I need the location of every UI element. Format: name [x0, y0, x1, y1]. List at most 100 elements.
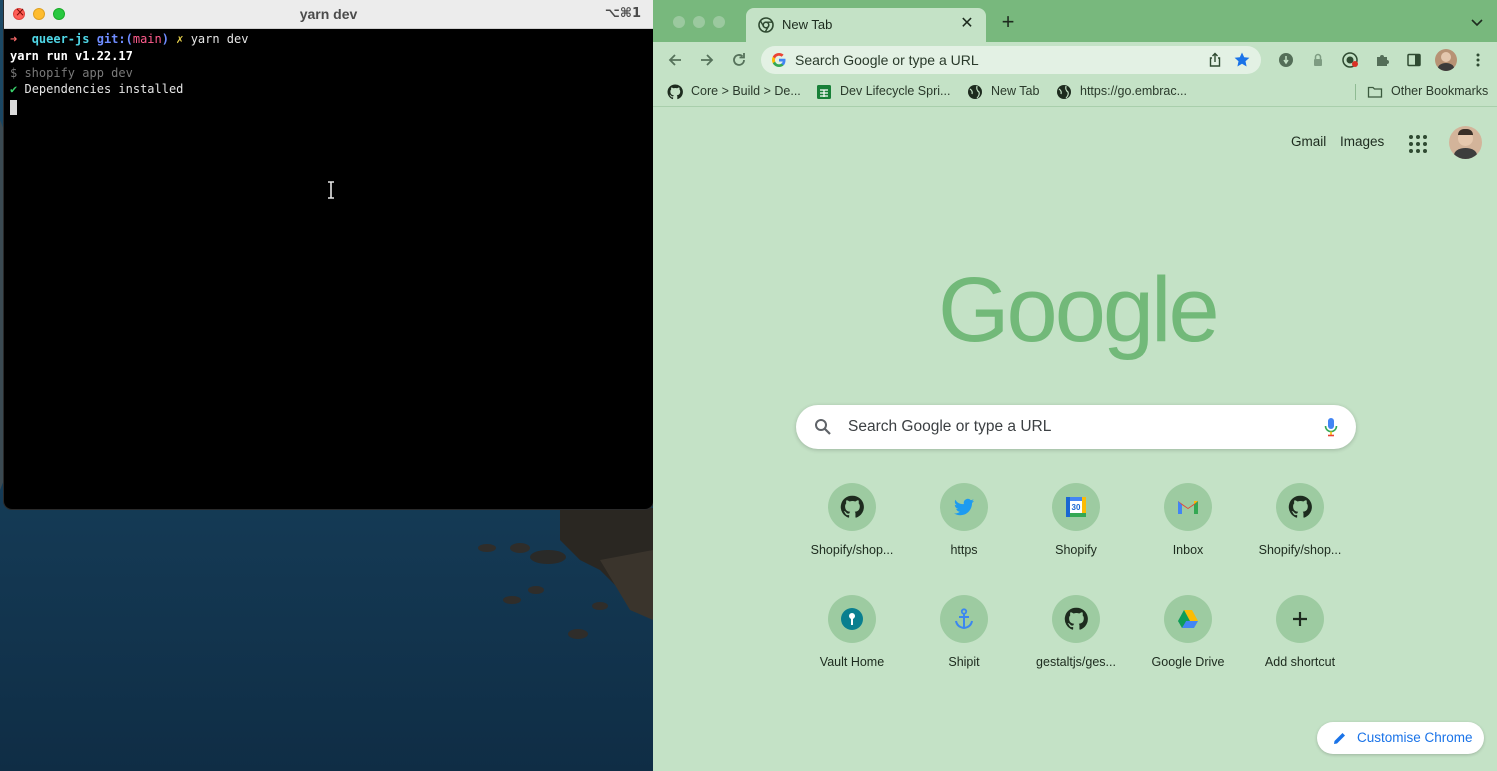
bookmark-star-icon[interactable]	[1233, 51, 1251, 69]
shortcut-label: Add shortcut	[1264, 655, 1336, 669]
bookmark-label: Core > Build > De...	[691, 84, 801, 98]
shortcut-label: Shopify	[1055, 543, 1097, 557]
terminal-line-deps: ✔ Dependencies installed	[10, 81, 653, 98]
shortcut-icon-circle	[828, 595, 876, 643]
side-panel-icon[interactable]	[1406, 52, 1422, 68]
reload-icon[interactable]	[729, 50, 749, 70]
shortcut-icon-circle	[940, 483, 988, 531]
shortcut-label: Shopify/shop...	[1258, 543, 1342, 557]
extension-pin-icon[interactable]	[1278, 52, 1294, 68]
terminal-window[interactable]: yarn dev ⌥⌘1 ➜ queer-js git:(main) ✗ yar…	[4, 0, 653, 509]
shortcut-tile[interactable]: https	[908, 483, 1020, 583]
shortcut-tile[interactable]: Shipit	[908, 595, 1020, 695]
add-shortcut-button[interactable]: Add shortcut	[1244, 595, 1356, 695]
shortcut-tile[interactable]: Inbox	[1132, 483, 1244, 583]
plus-icon	[1293, 612, 1307, 626]
account-avatar[interactable]	[1449, 126, 1482, 159]
github-icon	[840, 495, 864, 518]
omnibox[interactable]: Search Google or type a URL	[761, 46, 1261, 74]
tab-close-icon[interactable]: ✕	[958, 15, 976, 33]
forward-arrow-icon[interactable]	[697, 50, 717, 70]
new-tab-button[interactable]: +	[996, 10, 1020, 34]
globe-icon	[1057, 85, 1071, 99]
tab-new-tab[interactable]: New Tab ✕	[746, 8, 986, 42]
shortcut-tile[interactable]: Shopify/shop...	[1244, 483, 1356, 583]
gmail-icon	[1178, 501, 1198, 514]
microphone-icon[interactable]	[1324, 417, 1338, 437]
shortcut-tile[interactable]: Shopify/shop...	[796, 483, 908, 583]
other-bookmarks-label: Other Bookmarks	[1391, 84, 1489, 98]
gmail-link[interactable]: Gmail	[1291, 134, 1326, 149]
shortcut-label: Vault Home	[819, 655, 885, 669]
profile-avatar[interactable]	[1435, 49, 1457, 71]
deps-text: Dependencies installed	[24, 82, 184, 97]
sheets-icon	[817, 85, 831, 99]
shortcut-tile[interactable]: 30 Shopify	[1020, 483, 1132, 583]
customise-chrome-label: Customise Chrome	[1357, 730, 1473, 745]
images-link[interactable]: Images	[1340, 134, 1384, 149]
shortcut-icon-circle: 30	[1052, 483, 1100, 531]
share-icon[interactable]	[1207, 52, 1223, 68]
browser-toolbar: Search Google or type a URL	[653, 42, 1497, 78]
chrome-icon	[758, 17, 774, 33]
shortcut-icon-circle	[1164, 595, 1212, 643]
browser-minimize-button[interactable]	[693, 16, 705, 28]
bookmark-item[interactable]: Dev Lifecycle Spri...	[816, 83, 956, 101]
prompt-git-close: )	[161, 32, 169, 46]
check-icon: ✔	[10, 82, 18, 97]
github-icon	[667, 84, 683, 100]
terminal-cursor	[10, 100, 17, 116]
shortcut-label: Shipit	[948, 655, 980, 669]
bookmark-item[interactable]: New Tab	[967, 83, 1047, 101]
browser-window[interactable]: New Tab ✕ + Search Google or type a URL	[653, 0, 1497, 771]
svg-text:30: 30	[1072, 503, 1081, 512]
omnibox-input[interactable]: Search Google or type a URL	[795, 52, 979, 68]
shortcut-tile[interactable]: Google Drive	[1132, 595, 1244, 695]
ntp-search-box[interactable]: Search Google or type a URL	[796, 405, 1356, 449]
terminal-prompt-line: ➜ queer-js git:(main) ✗ yarn dev	[10, 31, 653, 48]
vault-icon	[841, 608, 863, 630]
terminal-shortcut: ⌥⌘1	[604, 6, 641, 21]
drive-icon	[1178, 610, 1198, 628]
more-menu-icon[interactable]	[1470, 52, 1486, 68]
lock-extension-icon[interactable]	[1310, 52, 1326, 68]
bookmarks-divider	[1355, 84, 1356, 100]
ntp-search-input[interactable]: Search Google or type a URL	[848, 418, 1051, 436]
shortcut-icon-circle	[940, 595, 988, 643]
google-g-icon	[772, 53, 786, 67]
search-icon	[815, 419, 831, 435]
terminal-titlebar[interactable]: yarn dev ⌥⌘1	[4, 0, 653, 29]
prompt-git: git:(	[96, 32, 133, 46]
anchor-icon	[955, 608, 973, 630]
github-icon	[1064, 607, 1088, 630]
customise-chrome-button[interactable]: Customise Chrome	[1317, 722, 1484, 754]
password-manager-icon[interactable]	[1342, 52, 1358, 68]
other-bookmarks[interactable]: Other Bookmarks	[1367, 83, 1492, 101]
bookmark-label: https://go.embrac...	[1080, 84, 1187, 98]
bookmark-label: New Tab	[991, 84, 1040, 98]
tab-strip[interactable]: New Tab ✕ +	[653, 0, 1497, 42]
ibeam-cursor-icon	[328, 181, 334, 199]
shortcut-label: Inbox	[1172, 543, 1204, 557]
prompt-command: yarn dev	[190, 32, 249, 46]
browser-close-button[interactable]	[673, 16, 685, 28]
twitter-icon	[954, 498, 974, 516]
bookmark-item[interactable]: Core > Build > De...	[667, 83, 807, 101]
shortcut-icon-circle	[1276, 595, 1324, 643]
shortcut-icon-circle	[1164, 483, 1212, 531]
bookmark-item[interactable]: https://go.embrac...	[1056, 83, 1196, 101]
shortcut-tile[interactable]: Vault Home	[796, 595, 908, 695]
shortcut-label: https	[950, 543, 978, 557]
google-logo: Google	[938, 259, 1220, 361]
shortcut-tile[interactable]: gestaltjs/ges...	[1020, 595, 1132, 695]
chevron-down-icon[interactable]	[1469, 14, 1485, 30]
back-arrow-icon[interactable]	[665, 50, 685, 70]
extensions-puzzle-icon[interactable]	[1374, 52, 1390, 68]
pencil-icon	[1334, 733, 1345, 744]
google-apps-icon[interactable]	[1408, 134, 1428, 154]
browser-maximize-button[interactable]	[713, 16, 725, 28]
terminal-output[interactable]: ➜ queer-js git:(main) ✗ yarn dev yarn ru…	[10, 31, 653, 509]
terminal-title: yarn dev	[299, 6, 358, 22]
shortcut-label: Shopify/shop...	[810, 543, 894, 557]
prompt-dirty-mark: ✗	[176, 32, 184, 46]
